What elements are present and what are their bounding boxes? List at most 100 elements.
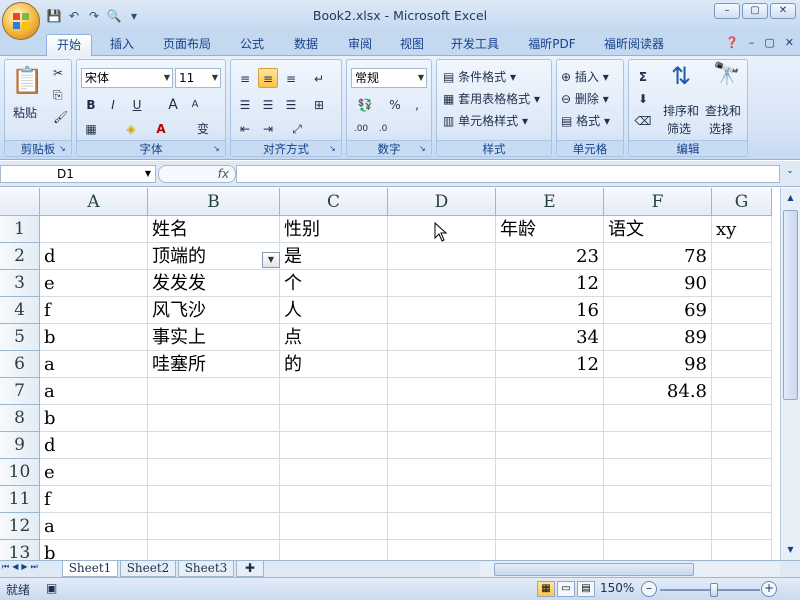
scroll-thumb[interactable] bbox=[494, 563, 694, 576]
row-header[interactable]: 7 bbox=[0, 378, 40, 405]
cell-b2[interactable]: 顶端的 bbox=[148, 243, 280, 270]
cell-d13[interactable] bbox=[388, 540, 496, 560]
cell-a6[interactable]: a bbox=[40, 351, 148, 378]
cell-c12[interactable] bbox=[280, 513, 388, 540]
decrease-indent-icon[interactable]: ⇤ bbox=[235, 118, 255, 138]
row-header[interactable]: 6 bbox=[0, 351, 40, 378]
cell-d5[interactable] bbox=[388, 324, 496, 351]
cell-b12[interactable] bbox=[148, 513, 280, 540]
cell-f11[interactable] bbox=[604, 486, 712, 513]
cell-c7[interactable] bbox=[280, 378, 388, 405]
number-format-select[interactable]: 常规 ▼ bbox=[351, 68, 427, 88]
format-as-table-button[interactable]: ▦ 套用表格格式 ▾ bbox=[443, 90, 540, 107]
cell-a12[interactable]: a bbox=[40, 513, 148, 540]
cell-styles-button[interactable]: ▥ 单元格样式 ▾ bbox=[443, 112, 528, 129]
cell-b5[interactable]: 事实上 bbox=[148, 324, 280, 351]
cell-a1[interactable] bbox=[40, 216, 148, 243]
cell-e10[interactable] bbox=[496, 459, 604, 486]
cell-f9[interactable] bbox=[604, 432, 712, 459]
column-header-a[interactable]: A bbox=[40, 188, 148, 216]
tab-developer[interactable]: 开发工具 bbox=[444, 34, 506, 56]
last-sheet-icon[interactable]: ⏭ bbox=[31, 562, 38, 572]
bold-button[interactable]: B bbox=[81, 94, 101, 114]
macro-record-icon[interactable]: ▣ bbox=[46, 581, 57, 595]
cell-a2[interactable]: d bbox=[40, 243, 148, 270]
cell-g9[interactable] bbox=[712, 432, 772, 459]
ribbon-restore-icon[interactable]: ▢ bbox=[764, 36, 774, 49]
align-top-icon[interactable]: ≡ bbox=[235, 68, 255, 88]
cell-a10[interactable]: e bbox=[40, 459, 148, 486]
first-sheet-icon[interactable]: ⏮ bbox=[2, 562, 9, 572]
tab-page-layout[interactable]: 页面布局 bbox=[156, 34, 218, 56]
cell-g6[interactable] bbox=[712, 351, 772, 378]
dropdown-arrow-icon[interactable]: ▼ bbox=[262, 252, 280, 268]
binoculars-icon[interactable]: 🔭 bbox=[713, 62, 740, 87]
cell-e9[interactable] bbox=[496, 432, 604, 459]
cell-e6[interactable]: 12 bbox=[496, 351, 604, 378]
font-name-select[interactable]: 宋体 ▼ bbox=[81, 68, 173, 88]
cell-f4[interactable]: 69 bbox=[604, 297, 712, 324]
cell-g7[interactable] bbox=[712, 378, 772, 405]
insert-function-button[interactable]: fx bbox=[158, 165, 236, 183]
cell-e7[interactable] bbox=[496, 378, 604, 405]
cell-d8[interactable] bbox=[388, 405, 496, 432]
cell-a13[interactable]: b bbox=[40, 540, 148, 560]
cell-e1[interactable]: 年龄 bbox=[496, 216, 604, 243]
cell-f5[interactable]: 89 bbox=[604, 324, 712, 351]
cell-a5[interactable]: b bbox=[40, 324, 148, 351]
cell-f1[interactable]: 语文 bbox=[604, 216, 712, 243]
cell-e5[interactable]: 34 bbox=[496, 324, 604, 351]
cell-c5[interactable]: 点 bbox=[280, 324, 388, 351]
cell-c2[interactable]: 是 bbox=[280, 243, 388, 270]
cell-f10[interactable] bbox=[604, 459, 712, 486]
cell-b10[interactable] bbox=[148, 459, 280, 486]
fill-color-icon[interactable]: ◈ bbox=[121, 118, 141, 138]
row-header[interactable]: 2 bbox=[0, 243, 40, 270]
cell-g3[interactable] bbox=[712, 270, 772, 297]
cell-f6[interactable]: 98 bbox=[604, 351, 712, 378]
row-header[interactable]: 9 bbox=[0, 432, 40, 459]
ribbon-close-icon[interactable]: ✕ bbox=[785, 36, 794, 49]
cell-g5[interactable] bbox=[712, 324, 772, 351]
row-header[interactable]: 3 bbox=[0, 270, 40, 297]
cell-b13[interactable] bbox=[148, 540, 280, 560]
comma-button[interactable]: , bbox=[407, 94, 427, 114]
row-header[interactable]: 12 bbox=[0, 513, 40, 540]
tab-review[interactable]: 审阅 bbox=[338, 34, 382, 56]
cell-f12[interactable] bbox=[604, 513, 712, 540]
cell-d2[interactable] bbox=[388, 243, 496, 270]
next-sheet-icon[interactable]: ▶ bbox=[21, 562, 27, 572]
cell-b11[interactable] bbox=[148, 486, 280, 513]
autosum-button[interactable]: Σ bbox=[633, 66, 653, 86]
cell-f8[interactable] bbox=[604, 405, 712, 432]
font-size-select[interactable]: 11 ▼ bbox=[175, 68, 221, 88]
tab-home[interactable]: 开始 bbox=[46, 34, 92, 56]
sheet-tab-sheet1[interactable]: Sheet1 bbox=[62, 561, 118, 577]
cell-c9[interactable] bbox=[280, 432, 388, 459]
percent-button[interactable]: % bbox=[385, 94, 405, 114]
cell-d10[interactable] bbox=[388, 459, 496, 486]
clear-icon[interactable]: ⌫ bbox=[633, 110, 653, 130]
cell-f2[interactable]: 78 bbox=[604, 243, 712, 270]
vertical-scrollbar[interactable]: ▲ ▼ bbox=[780, 188, 800, 560]
tab-foxit-pdf[interactable]: 福昕PDF bbox=[518, 34, 586, 56]
cell-e8[interactable] bbox=[496, 405, 604, 432]
row-header[interactable]: 13 bbox=[0, 540, 40, 560]
row-header[interactable]: 10 bbox=[0, 459, 40, 486]
insert-sheet-icon[interactable]: ✚ bbox=[236, 561, 264, 577]
cell-g2[interactable] bbox=[712, 243, 772, 270]
cell-g10[interactable] bbox=[712, 459, 772, 486]
cell-c1[interactable]: 性别 bbox=[280, 216, 388, 243]
align-middle-icon[interactable]: ≡ bbox=[258, 68, 278, 88]
cell-f3[interactable]: 90 bbox=[604, 270, 712, 297]
normal-view-icon[interactable]: ▦ bbox=[537, 581, 555, 597]
cell-c10[interactable] bbox=[280, 459, 388, 486]
column-header-f[interactable]: F bbox=[604, 188, 712, 216]
launcher-icon[interactable]: ↘ bbox=[213, 144, 223, 154]
cell-d12[interactable] bbox=[388, 513, 496, 540]
zoom-out-button[interactable]: – bbox=[641, 581, 657, 597]
row-header[interactable]: 5 bbox=[0, 324, 40, 351]
row-header[interactable]: 1 bbox=[0, 216, 40, 243]
cell-b6[interactable]: 哇塞所 bbox=[148, 351, 280, 378]
format-painter-icon[interactable]: 🖌 bbox=[53, 110, 68, 124]
